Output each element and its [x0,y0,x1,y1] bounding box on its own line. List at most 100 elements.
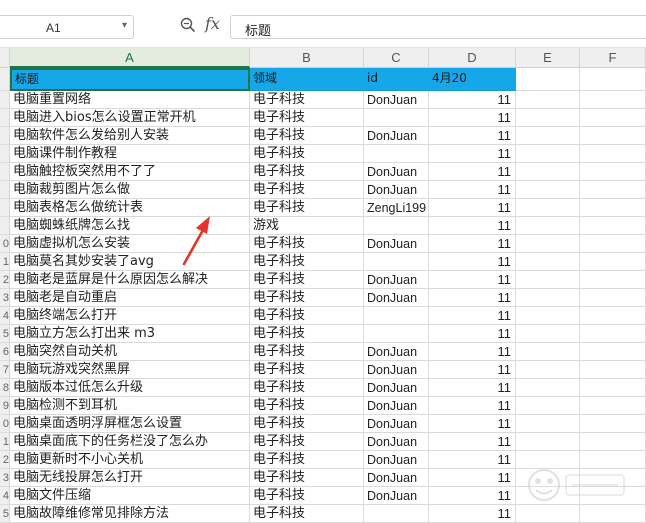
field-cell[interactable]: 电子科技 [250,325,364,343]
count-cell[interactable]: 11 [429,127,516,145]
title-cell[interactable]: 电脑软件怎么发给别人安装 [10,127,250,145]
empty-cell[interactable] [516,325,580,343]
empty-cell[interactable] [516,505,580,523]
empty-cell[interactable] [516,307,580,325]
field-cell[interactable]: 电子科技 [250,379,364,397]
row-number[interactable]: 3 [0,289,10,307]
title-cell[interactable]: 电脑桌面透明浮屏框怎么设置 [10,415,250,433]
row-number[interactable]: 1 [0,253,10,271]
empty-cell[interactable] [580,433,646,451]
id-cell[interactable]: DonJuan [364,397,429,415]
field-cell[interactable]: 电子科技 [250,253,364,271]
row-number[interactable]: 7 [0,361,10,379]
row-number[interactable] [0,91,10,109]
row-number[interactable] [0,199,10,217]
field-cell[interactable]: 电子科技 [250,163,364,181]
count-cell[interactable]: 11 [429,253,516,271]
id-cell[interactable] [364,307,429,325]
id-cell[interactable]: DonJuan [364,127,429,145]
empty-cell[interactable] [580,253,646,271]
empty-cell[interactable] [516,415,580,433]
function-icon[interactable]: fx [205,14,220,33]
empty-cell[interactable] [580,181,646,199]
empty-cell[interactable] [516,217,580,235]
id-cell[interactable]: DonJuan [364,91,429,109]
title-cell[interactable]: 电脑无线投屏怎么打开 [10,469,250,487]
title-cell[interactable]: 电脑玩游戏突然黑屏 [10,361,250,379]
id-cell[interactable]: DonJuan [364,433,429,451]
empty-cell[interactable] [516,181,580,199]
row-number[interactable]: 2 [0,451,10,469]
count-cell[interactable]: 11 [429,505,516,523]
column-header-c[interactable]: C [364,48,429,68]
column-header-f[interactable]: F [580,48,646,68]
column-header-a[interactable]: A [10,48,250,68]
id-cell[interactable] [364,505,429,523]
title-cell[interactable]: 电脑立方怎么打出来 m3 [10,325,250,343]
select-all-corner[interactable] [0,48,10,68]
title-cell[interactable]: 电脑版本过低怎么升级 [10,379,250,397]
id-cell[interactable]: DonJuan [364,379,429,397]
row-number[interactable]: 9 [0,397,10,415]
count-cell[interactable]: 11 [429,451,516,469]
header-cell-date[interactable]: 4月20 [429,68,516,91]
id-cell[interactable]: DonJuan [364,469,429,487]
empty-cell[interactable] [516,163,580,181]
empty-cell[interactable] [580,325,646,343]
header-cell-id[interactable]: id [364,68,429,91]
title-cell[interactable]: 电脑突然自动关机 [10,343,250,361]
id-cell[interactable]: ZengLi199 [364,199,429,217]
count-cell[interactable]: 11 [429,343,516,361]
id-cell[interactable]: DonJuan [364,181,429,199]
count-cell[interactable]: 11 [429,181,516,199]
empty-cell[interactable] [580,397,646,415]
count-cell[interactable]: 11 [429,109,516,127]
count-cell[interactable]: 11 [429,271,516,289]
title-cell[interactable]: 电脑表格怎么做统计表 [10,199,250,217]
empty-cell[interactable] [516,199,580,217]
empty-cell[interactable] [516,253,580,271]
cell-empty[interactable] [516,68,580,91]
chevron-down-icon[interactable]: ▾ [122,20,127,31]
field-cell[interactable]: 电子科技 [250,469,364,487]
count-cell[interactable]: 11 [429,415,516,433]
id-cell[interactable] [364,325,429,343]
id-cell[interactable]: DonJuan [364,289,429,307]
field-cell[interactable]: 电子科技 [250,307,364,325]
count-cell[interactable]: 11 [429,397,516,415]
title-cell[interactable]: 电脑故障维修常见排除方法 [10,505,250,523]
count-cell[interactable]: 11 [429,217,516,235]
empty-cell[interactable] [580,289,646,307]
count-cell[interactable]: 11 [429,433,516,451]
column-header-d[interactable]: D [429,48,516,68]
count-cell[interactable]: 11 [429,379,516,397]
row-number[interactable]: 4 [0,487,10,505]
field-cell[interactable]: 电子科技 [250,199,364,217]
row-number[interactable] [0,127,10,145]
field-cell[interactable]: 电子科技 [250,91,364,109]
count-cell[interactable]: 11 [429,307,516,325]
id-cell[interactable] [364,253,429,271]
count-cell[interactable]: 11 [429,91,516,109]
field-cell[interactable]: 电子科技 [250,505,364,523]
count-cell[interactable]: 11 [429,469,516,487]
empty-cell[interactable] [580,127,646,145]
field-cell[interactable]: 电子科技 [250,433,364,451]
empty-cell[interactable] [516,127,580,145]
name-box[interactable]: A1 ▾ [0,15,134,39]
title-cell[interactable]: 电脑重置网络 [10,91,250,109]
empty-cell[interactable] [516,433,580,451]
empty-cell[interactable] [580,271,646,289]
empty-cell[interactable] [580,235,646,253]
empty-cell[interactable] [580,91,646,109]
empty-cell[interactable] [516,379,580,397]
row-number[interactable] [0,181,10,199]
empty-cell[interactable] [516,271,580,289]
row-number[interactable]: 5 [0,505,10,523]
empty-cell[interactable] [580,505,646,523]
title-cell[interactable]: 电脑终端怎么打开 [10,307,250,325]
cell-empty[interactable] [580,68,646,91]
row-number[interactable]: 0 [0,235,10,253]
field-cell[interactable]: 电子科技 [250,361,364,379]
title-cell[interactable]: 电脑文件压缩 [10,487,250,505]
